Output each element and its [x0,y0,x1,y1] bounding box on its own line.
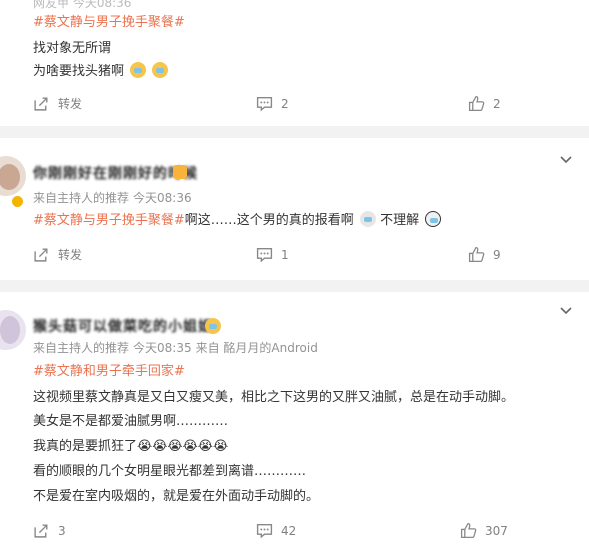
post-card-2: 你刚刚好在刚刚好的时候 来自主持人的推荐 今天08:36 #蔡文静与男子挽手聚餐#… [0,138,589,280]
post-actions: 3 42 307 [0,522,589,546]
share-icon [34,248,48,262]
post-card-3: 猴头菇可以做菜吃的小姐姐 来自主持人的推荐 今天08:35 来自 酩月月的Andro… [0,292,589,556]
separator [0,280,589,292]
like-count: 2 [493,96,501,111]
thumbs-up-icon [460,522,477,539]
post-text-line: 找对象无所谓 [33,41,112,56]
comment-icon [256,247,273,263]
shocked-emoji-icon [359,211,376,227]
share-label: 转发 [58,97,83,111]
user-name[interactable]: 猴头菇可以做菜吃的小姐姐 [33,316,213,336]
like-count: 307 [485,523,508,538]
share-icon [34,524,48,538]
crying-emoji-icon [130,62,147,78]
member-badge-icon [173,165,187,179]
post-text-line: 美女是不是都爱油腻男啊………… [33,414,229,429]
heart-eyes-emoji-icon [205,318,221,334]
share-count: 3 [58,523,66,538]
verified-badge-icon [11,195,24,208]
post-text-line: 不是爱在室内吸烟的，就是爱在外面动手动脚的。 [33,489,320,504]
post-time: 今天08:36 [133,191,192,205]
comment-icon [256,523,273,539]
source-label: 来自主持人的推荐 [33,341,130,355]
post-text-line: 这视频里蔡文静真是又白又瘦又美，相比之下这男的又胖又油腻，总是在动手动脚。 [33,390,515,405]
post-tag[interactable]: #蔡文静与男子挽手聚餐# [33,11,185,30]
thumbs-up-icon [468,95,485,112]
post-text-line: 我真的是要抓狂了😭😭😭😭😭😭 [33,439,229,454]
share-icon [34,97,48,111]
panda-emoji-icon [425,211,442,227]
post-meta: 来自主持人的推荐 今天08:35 来自 酩月月的Android [33,339,322,356]
like-button[interactable]: 307 [460,522,508,539]
post-text-line: 看的顺眼的几个女明星眼光都差到离谱………… [33,464,307,479]
post-tag[interactable]: #蔡文静和男子牵手回家# [33,360,185,379]
like-button[interactable]: 9 [468,246,501,263]
crying-emoji-icon [152,62,169,78]
post-device: 来自 酩月月的Android [195,341,318,355]
avatar[interactable] [0,310,26,350]
post-header-fragment: 网友甲 今天08:36 [33,0,132,10]
chevron-down-icon[interactable] [559,304,573,318]
comment-button[interactable]: 2 [256,95,289,112]
comment-button[interactable]: 42 [256,522,296,539]
comment-button[interactable]: 1 [256,246,289,263]
like-button[interactable]: 2 [468,95,501,112]
post-actions: 转发 1 9 [0,246,589,270]
chevron-down-icon[interactable] [559,153,573,167]
comment-count: 42 [281,523,297,538]
like-count: 9 [493,247,501,262]
avatar[interactable] [0,156,26,196]
post-meta: 来自主持人的推荐 今天08:36 [33,189,196,206]
share-button[interactable]: 转发 [33,95,82,112]
share-label: 转发 [58,248,83,262]
share-button[interactable]: 3 [33,522,66,539]
separator [0,126,589,138]
post-body: #蔡文静与男子挽手聚餐#啊这……这个男的真的报看啊 不理解 [33,209,442,228]
post-actions: 转发 2 2 [0,95,589,119]
thumbs-up-icon [468,246,485,263]
post-card-1: 网友甲 今天08:36 #蔡文静与男子挽手聚餐# 找对象无所谓 为啥要找头猪啊 … [0,0,589,126]
post-time: 今天08:35 [133,341,192,355]
comment-count: 2 [281,96,289,111]
comment-count: 1 [281,247,289,262]
share-button[interactable]: 转发 [33,246,82,263]
post-text-line: 为啥要找头猪啊 [33,60,169,79]
comment-icon [256,96,273,112]
source-label: 来自主持人的推荐 [33,191,130,205]
post-tag[interactable]: #蔡文静与男子挽手聚餐# [33,213,185,228]
